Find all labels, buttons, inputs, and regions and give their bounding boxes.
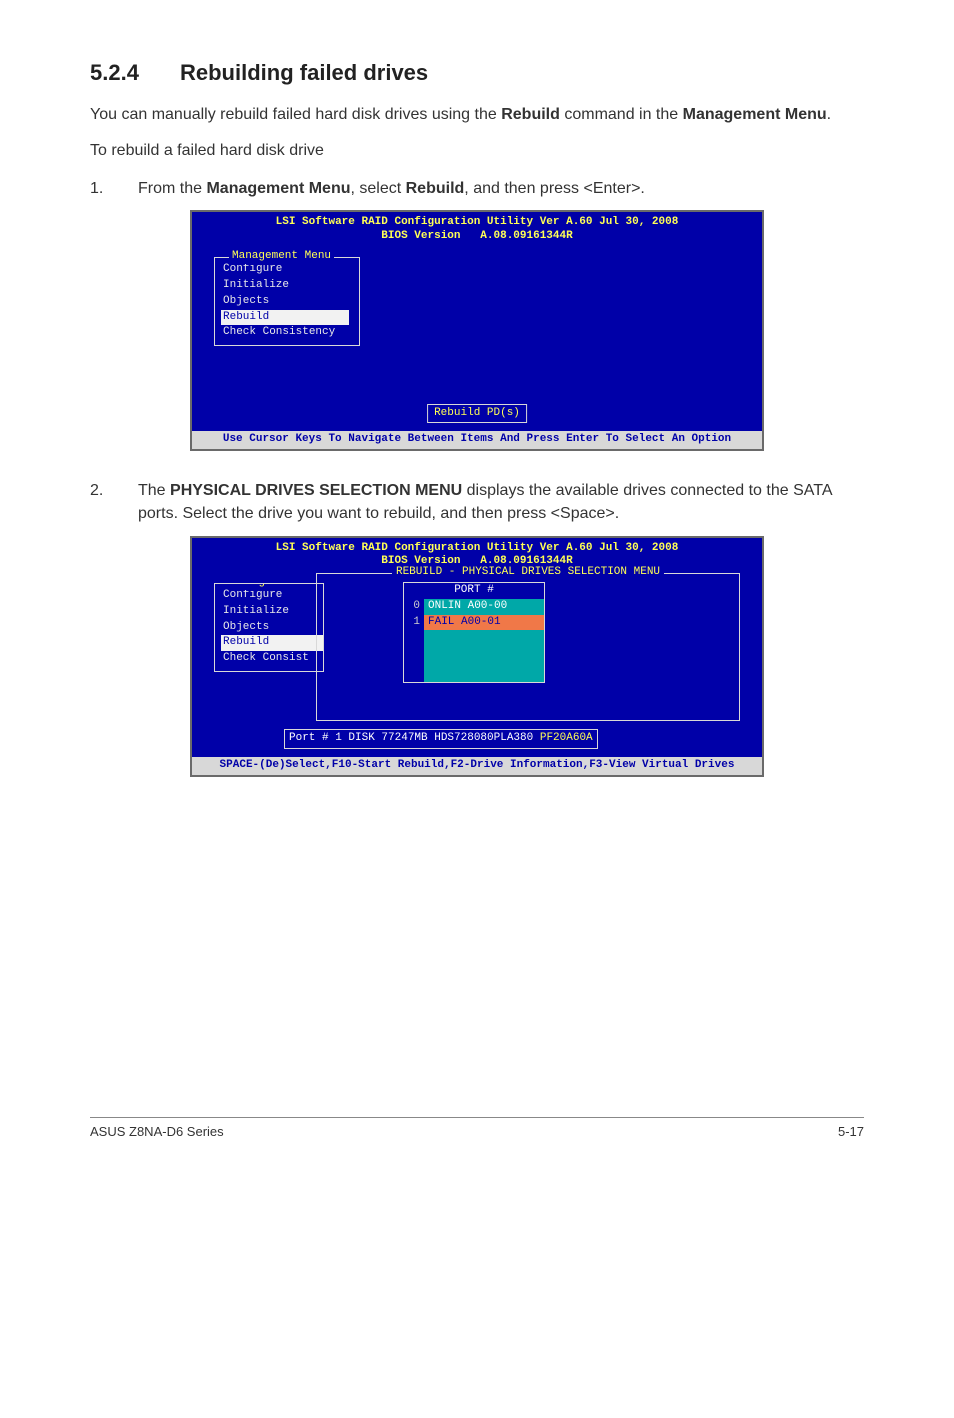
bios2-menu-item-configure[interactable]: Configure: [221, 588, 323, 604]
bios2-menu-item-objects[interactable]: Objects: [221, 620, 323, 636]
step2-pre: The: [138, 482, 170, 499]
bios2-management-menu: Management Configure Initialize Objects …: [214, 583, 324, 672]
bios2-port-row-0[interactable]: 0 ONLIN A00-00: [404, 599, 544, 615]
bios2-menu-item-rebuild[interactable]: Rebuild: [221, 635, 323, 651]
bios1-menu-label: Management Menu: [229, 250, 334, 264]
section-heading: 5.2.4Rebuilding failed drives: [90, 60, 864, 86]
bios2-title-l1: LSI Software RAID Configuration Utility …: [276, 542, 679, 554]
bios1-menu-item-check-consistency[interactable]: Check Consistency: [221, 325, 349, 341]
intro-pre: You can manually rebuild failed hard dis…: [90, 106, 501, 123]
bios2-drive-info-serial: PF20A60A: [540, 732, 593, 744]
bios1-menu-item-objects[interactable]: Objects: [221, 294, 349, 310]
step1-post: , and then press <Enter>.: [464, 180, 645, 197]
bios2-port-row-empty2: [404, 643, 544, 656]
bios1-statusbar: Use Cursor Keys To Navigate Between Item…: [192, 431, 762, 449]
step-2: 2. The PHYSICAL DRIVES SELECTION MENU di…: [90, 479, 864, 525]
bios1-action-label: Rebuild PD(s): [427, 404, 527, 424]
step-1-text: From the Management Menu, select Rebuild…: [138, 177, 864, 200]
bios1-menu-item-initialize[interactable]: Initialize: [221, 278, 349, 294]
bios-screenshot-2: LSI Software RAID Configuration Utility …: [190, 536, 764, 777]
intro-bold1: Rebuild: [501, 106, 560, 123]
bios2-menu-item-check-consist[interactable]: Check Consist: [221, 651, 323, 667]
bios-screenshot-1: LSI Software RAID Configuration Utility …: [190, 210, 764, 451]
bios1-title: LSI Software RAID Configuration Utility …: [192, 212, 762, 244]
bios2-drive-info-main: Port # 1 DISK 77247MB HDS728080PLA380: [289, 732, 540, 744]
bios2-port-row-0-val: ONLIN A00-00: [424, 599, 544, 615]
intro-paragraph: You can manually rebuild failed hard dis…: [90, 104, 864, 126]
bios2-port-row-empty4: [404, 669, 544, 682]
bios2-statusbar: SPACE-(De)Select,F10-Start Rebuild,F2-Dr…: [192, 757, 762, 775]
step-2-num: 2.: [90, 479, 138, 525]
step-1-num: 1.: [90, 177, 138, 200]
bios2-phys-label: REBUILD - PHYSICAL DRIVES SELECTION MENU: [392, 566, 664, 580]
step1-pre: From the: [138, 180, 206, 197]
step1-b2: Rebuild: [406, 180, 465, 197]
bios1-title-l2: BIOS Version A.08.09161344R: [381, 230, 572, 242]
section-title-text: Rebuilding failed drives: [180, 60, 428, 85]
step2-b1: PHYSICAL DRIVES SELECTION MENU: [170, 482, 462, 499]
bios2-port-row-0-idx: 0: [404, 599, 424, 615]
bios1-management-menu: Management Menu Configure Initialize Obj…: [214, 257, 360, 346]
bios2-port-row-1[interactable]: 1 FAIL A00-01: [404, 615, 544, 631]
page-footer: ASUS Z8NA-D6 Series 5-17: [90, 1117, 864, 1139]
bios2-menu-label: Management: [229, 583, 301, 590]
step1-mid: , select: [350, 180, 405, 197]
bios2-port-row-empty3: [404, 656, 544, 669]
bios2-drive-info: Port # 1 DISK 77247MB HDS728080PLA380 PF…: [284, 729, 598, 749]
intro-post: .: [827, 106, 831, 123]
bios1-title-l1: LSI Software RAID Configuration Utility …: [276, 216, 679, 228]
footer-right: 5-17: [838, 1124, 864, 1139]
bios2-port-box: PORT # 0 ONLIN A00-00 1 FAIL A00-01: [403, 582, 545, 683]
step-2-text: The PHYSICAL DRIVES SELECTION MENU displ…: [138, 479, 864, 525]
bios1-menu-item-configure[interactable]: Configure: [221, 262, 349, 278]
step1-b1: Management Menu: [206, 180, 350, 197]
bios2-menu-item-initialize[interactable]: Initialize: [221, 604, 323, 620]
step-1: 1. From the Management Menu, select Rebu…: [90, 177, 864, 200]
section-number: 5.2.4: [90, 60, 180, 86]
bios2-port-row-empty1: [404, 630, 544, 643]
intro-bold2: Management Menu: [683, 106, 827, 123]
footer-left: ASUS Z8NA-D6 Series: [90, 1124, 224, 1139]
intro-mid: command in the: [560, 106, 683, 123]
bios2-phys-selection-box: REBUILD - PHYSICAL DRIVES SELECTION MENU…: [316, 573, 740, 721]
bios2-port-row-1-idx: 1: [404, 615, 424, 631]
line2: To rebuild a failed hard disk drive: [90, 140, 864, 162]
bios2-title: LSI Software RAID Configuration Utility …: [192, 538, 762, 570]
bios2-port-header: PORT #: [404, 583, 544, 599]
bios1-menu-item-rebuild[interactable]: Rebuild: [221, 310, 349, 326]
bios2-port-row-1-val: FAIL A00-01: [424, 615, 544, 631]
